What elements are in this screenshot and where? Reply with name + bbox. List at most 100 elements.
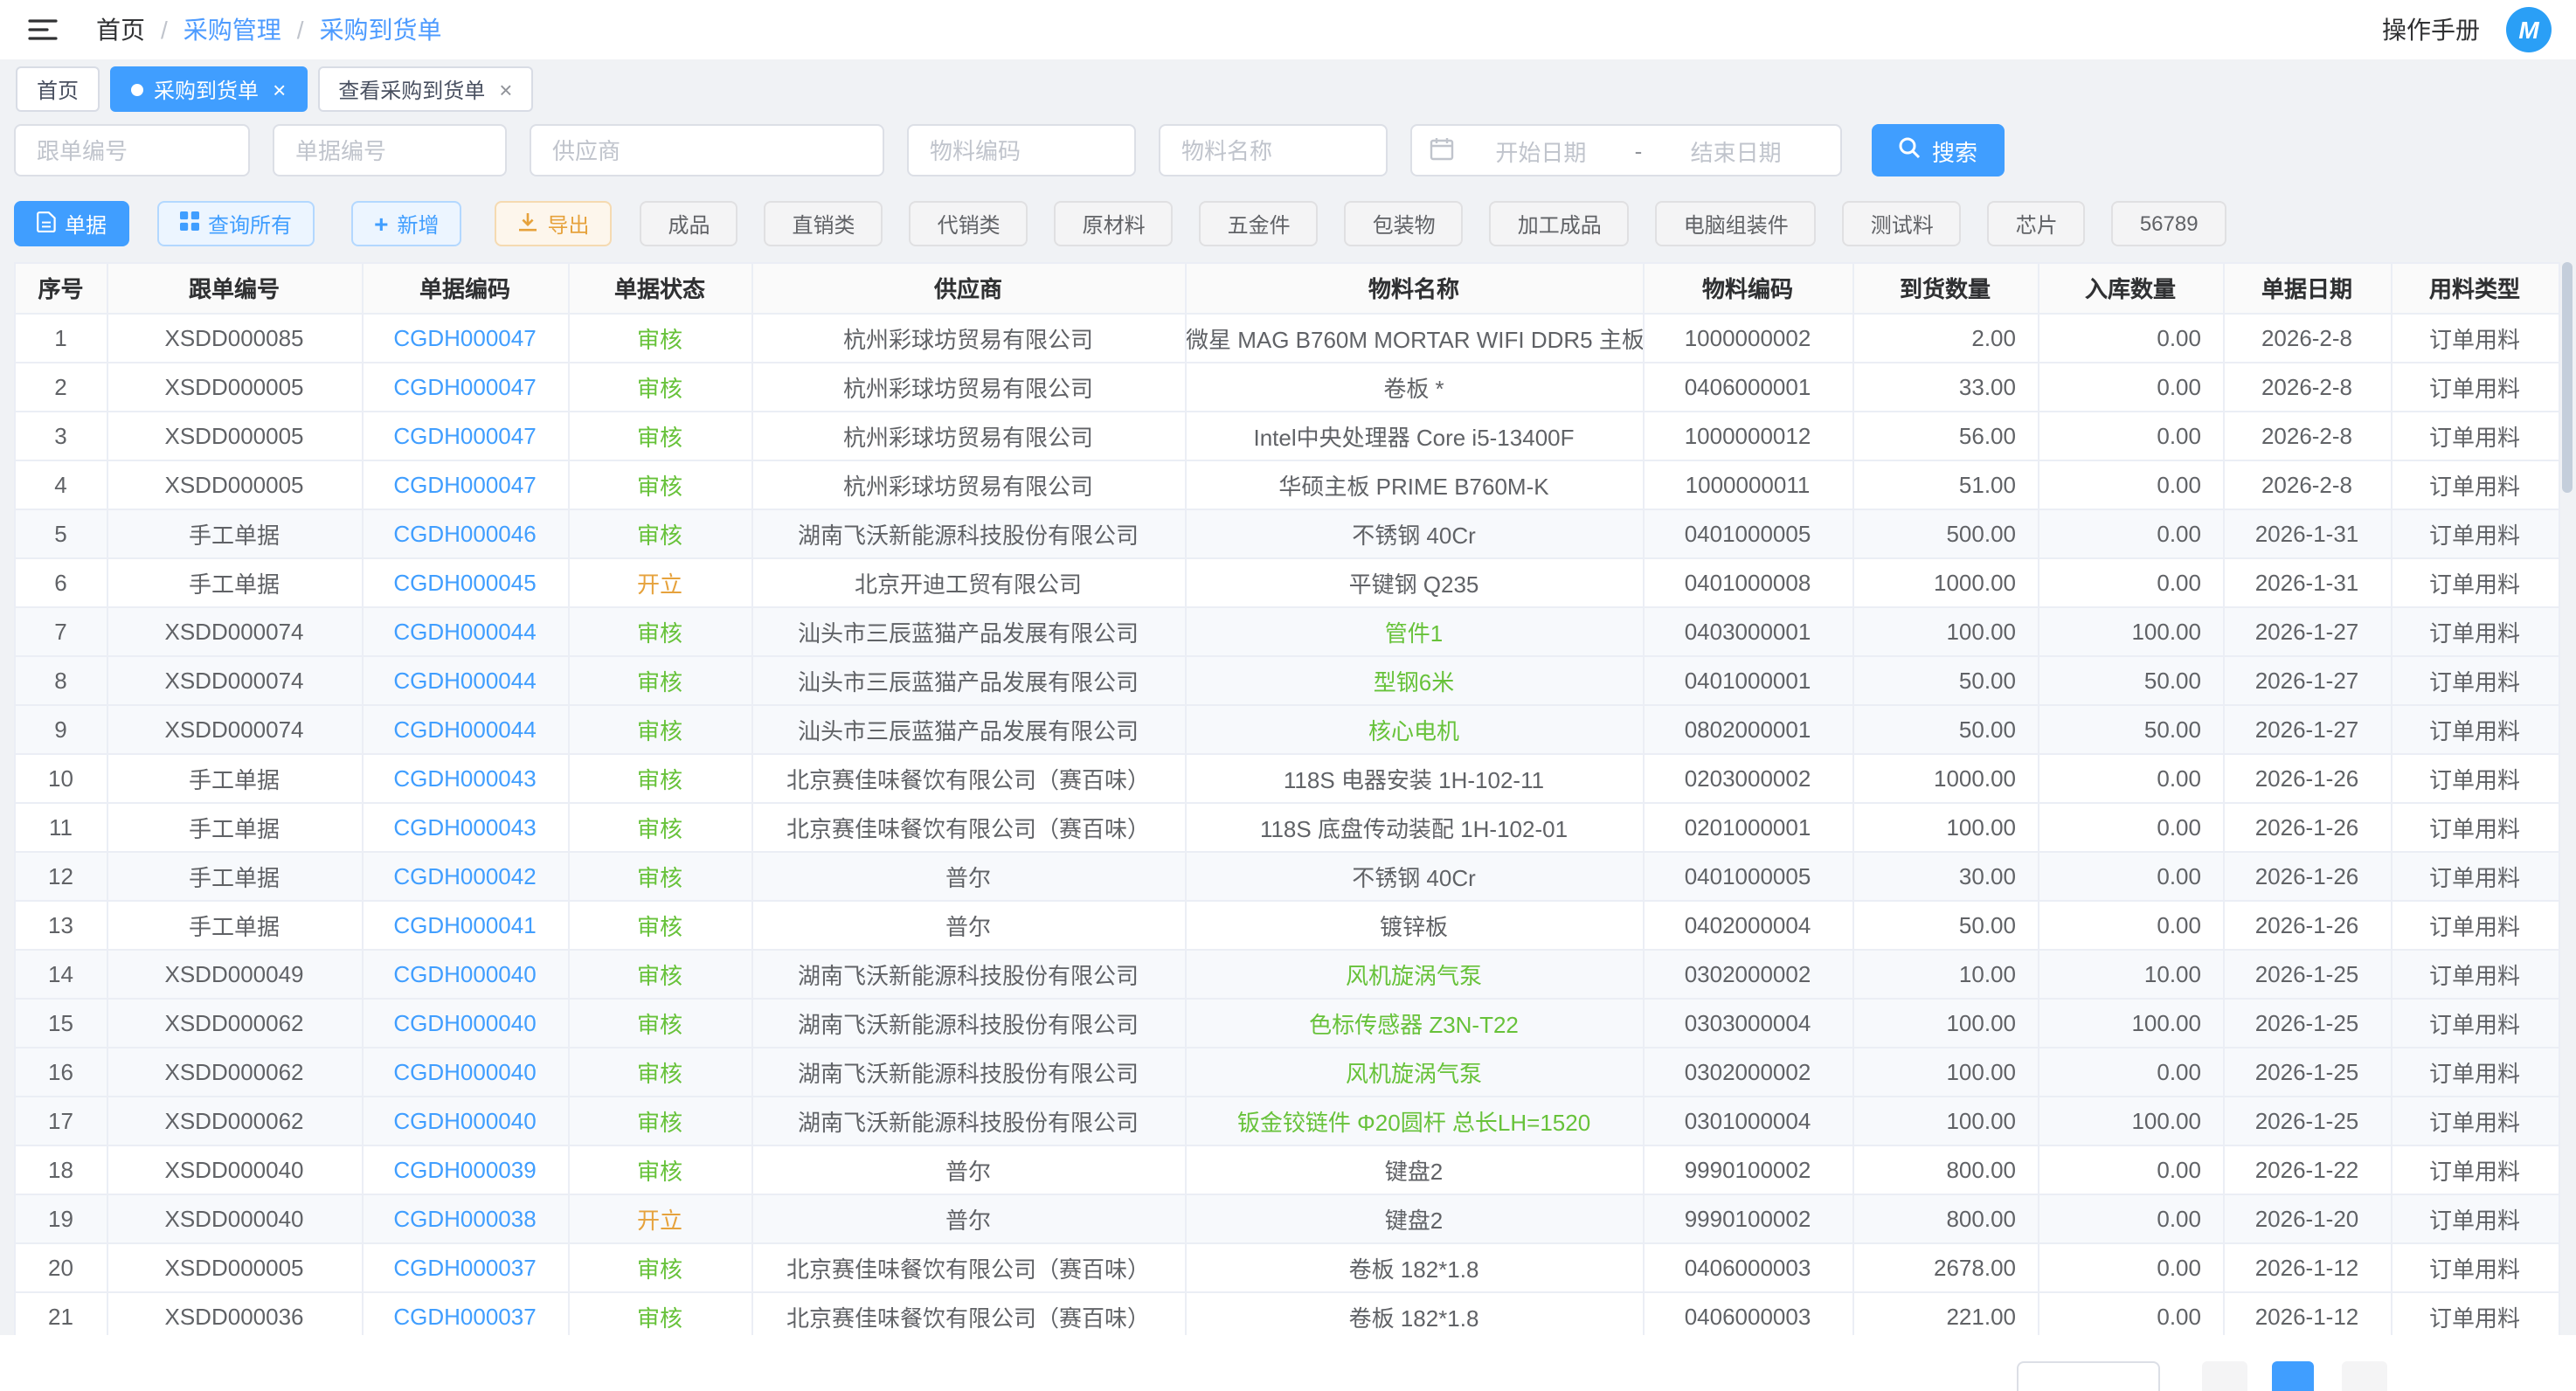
order-no-input[interactable] [14,124,250,176]
doc-no-link[interactable]: CGDH000047 [393,422,536,448]
category-filter-button[interactable]: 电脑组装件 [1656,201,1817,246]
export-button[interactable]: 导出 [495,201,612,246]
pagination-active-page[interactable] [2272,1361,2314,1391]
tab-view-purchase-arrival[interactable]: 查看采购到货单 × [317,66,533,112]
start-date-placeholder[interactable]: 开始日期 [1454,134,1628,167]
end-date-placeholder[interactable]: 结束日期 [1649,134,1823,167]
cell-doc-no: CGDH000040 [362,1047,568,1096]
supplier-input[interactable] [530,124,884,176]
search-button[interactable]: 搜索 [1872,124,2005,176]
table-row: 7 XSDD000074 CGDH000044 审核 汕头市三辰蓝猫产品发展有限… [16,606,2559,655]
material-name: 风机旋涡气泵 [1346,1060,1482,1086]
material-name: 不锈钢 40Cr [1352,522,1476,548]
table-row: 19 XSDD000040 CGDH000038 开立 普尔 键盘2 99901… [16,1194,2559,1242]
category-filter-button[interactable]: 加工成品 [1490,201,1630,246]
material-code-input[interactable] [907,124,1136,176]
category-filter-button[interactable]: 测试料 [1843,201,1962,246]
cell-material-code: 0406000001 [1643,362,1852,411]
cell-order-no: XSDD000005 [107,362,362,411]
breadcrumb-purchase-mgmt[interactable]: 采购管理 [184,12,281,47]
doc-no-input[interactable] [273,124,507,176]
category-filter-button[interactable]: 56789 [2112,201,2226,246]
top-bar: 首页 / 采购管理 / 采购到货单 操作手册 M [0,0,2576,59]
date-range-picker[interactable]: 开始日期 - 结束日期 [1410,124,1842,176]
status-badge: 审核 [637,1109,682,1135]
material-name-input[interactable] [1159,124,1388,176]
category-filter-button[interactable]: 包装物 [1345,201,1464,246]
pagination-next-button[interactable] [2342,1361,2387,1391]
doc-no-link[interactable]: CGDH000043 [393,765,536,791]
category-filter-button[interactable]: 成品 [641,201,738,246]
doc-no-link[interactable]: CGDH000040 [393,1058,536,1084]
category-filter-button[interactable]: 芯片 [1988,201,2086,246]
table-row: 8 XSDD000074 CGDH000044 审核 汕头市三辰蓝猫产品发展有限… [16,655,2559,704]
cell-usage-type: 订单用料 [2391,802,2559,851]
cell-doc-no: CGDH000037 [362,1242,568,1291]
doc-no-link[interactable]: CGDH000037 [393,1303,536,1329]
category-filter-button[interactable]: 直销类 [765,201,883,246]
cell-seq: 18 [16,1145,107,1194]
cell-inbound-qty: 100.00 [2038,606,2223,655]
pagination-size-select[interactable] [2017,1361,2160,1391]
calendar-icon [1430,135,1454,165]
cell-material-name: 型钢6米 [1185,655,1643,704]
material-name: 键盘2 [1385,1207,1443,1233]
category-filter-button[interactable]: 原材料 [1055,201,1174,246]
tab-home[interactable]: 首页 [16,66,100,112]
breadcrumb: 首页 / 采购管理 / 采购到货单 [96,12,442,47]
cell-order-no: XSDD000049 [107,949,362,998]
doc-no-link[interactable]: CGDH000042 [393,862,536,889]
menu-collapse-icon[interactable] [28,17,58,42]
tab-purchase-arrival[interactable]: 采购到货单 × [110,66,307,112]
vertical-scrollbar[interactable] [2562,262,2573,493]
cell-order-no: 手工单据 [107,851,362,900]
cell-material-code: 9990100002 [1643,1145,1852,1194]
doc-no-link[interactable]: CGDH000039 [393,1156,536,1182]
close-icon[interactable]: × [273,78,286,100]
doc-no-link[interactable]: CGDH000045 [393,569,536,595]
cell-seq: 7 [16,606,107,655]
cell-order-no: XSDD000005 [107,460,362,509]
status-badge: 审核 [637,1011,682,1037]
doc-no-link[interactable]: CGDH000037 [393,1254,536,1280]
doc-no-link[interactable]: CGDH000044 [393,618,536,644]
category-filter-button[interactable]: 代销类 [910,201,1028,246]
close-icon[interactable]: × [499,78,512,100]
doc-no-link[interactable]: CGDH000044 [393,667,536,693]
doc-no-link[interactable]: CGDH000047 [393,324,536,350]
cell-supplier: 北京开迪工贸有限公司 [751,557,1185,606]
doc-no-link[interactable]: CGDH000047 [393,373,536,399]
avatar[interactable]: M [2506,7,2552,52]
document-button[interactable]: 单据 [14,201,129,246]
cell-doc-no: CGDH000047 [362,411,568,460]
status-badge: 审核 [637,326,682,352]
cell-order-no: XSDD000074 [107,704,362,753]
doc-no-link[interactable]: CGDH000044 [393,716,536,742]
cell-doc-date: 2026-1-12 [2223,1242,2391,1291]
doc-no-link[interactable]: CGDH000040 [393,1009,536,1035]
cell-inbound-qty: 0.00 [2038,1047,2223,1096]
doc-no-link[interactable]: CGDH000043 [393,813,536,840]
cell-arrival-qty: 51.00 [1852,460,2038,509]
query-all-button[interactable]: 查询所有 [157,201,315,246]
pagination-prev-button[interactable] [2202,1361,2247,1391]
doc-no-link[interactable]: CGDH000047 [393,471,536,497]
doc-no-link[interactable]: CGDH000040 [393,960,536,986]
doc-no-link[interactable]: CGDH000046 [393,520,536,546]
cell-status: 审核 [568,704,751,753]
cell-material-name: Intel中央处理器 Core i5-13400F [1185,411,1643,460]
add-button[interactable]: + 新增 [351,201,461,246]
cell-doc-no: CGDH000040 [362,949,568,998]
status-badge: 审核 [637,1256,682,1282]
material-name: 管件1 [1385,619,1443,646]
doc-no-link[interactable]: CGDH000041 [393,911,536,938]
tab-label: 采购到货单 [154,74,259,104]
cell-doc-no: CGDH000044 [362,704,568,753]
breadcrumb-home[interactable]: 首页 [96,12,145,47]
operation-manual-link[interactable]: 操作手册 [2382,12,2480,47]
doc-no-link[interactable]: CGDH000040 [393,1107,536,1133]
material-name: 卷板 182*1.8 [1349,1304,1479,1331]
category-filter-button[interactable]: 五金件 [1200,201,1319,246]
column-header: 单据日期 [2223,264,2391,313]
doc-no-link[interactable]: CGDH000038 [393,1205,536,1231]
